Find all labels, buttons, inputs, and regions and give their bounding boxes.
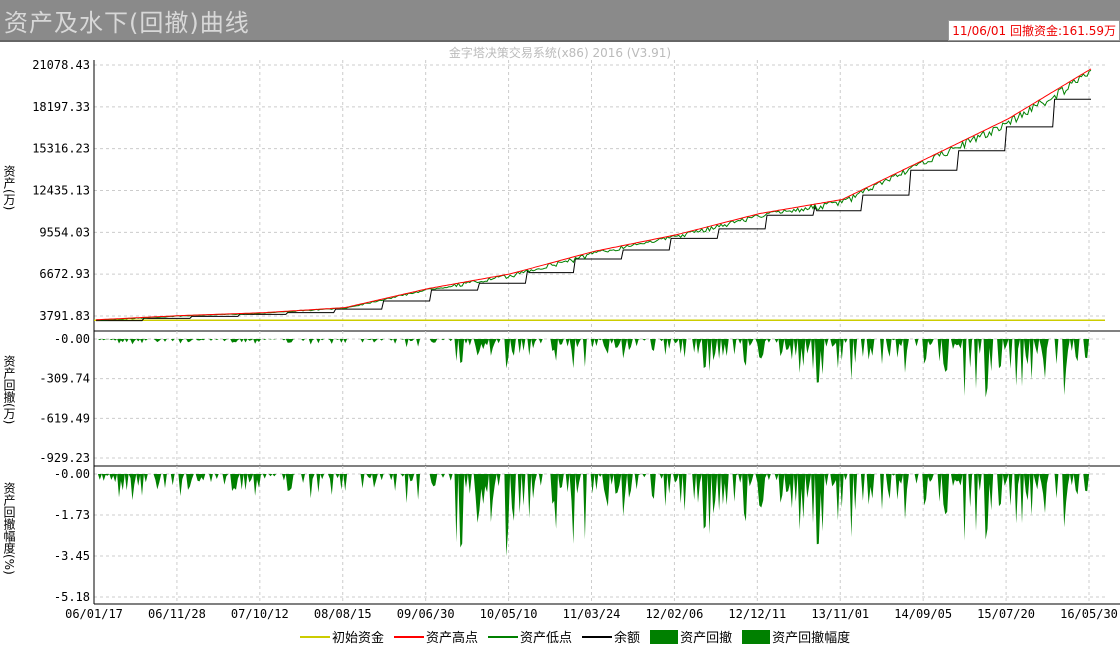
legend-label: 资产低点 [520, 631, 573, 646]
legend: 初始资金 资产高点 资产低点 余额 资产回撤 资产回撤幅度 [300, 627, 850, 646]
y-tick-label: 3791.83 [39, 309, 90, 323]
y-tick-label: -929.23 [39, 451, 90, 465]
x-tick-label: 15/07/20 [977, 607, 1035, 621]
y-tick-label: 9554.03 [39, 225, 90, 239]
y-tick-label: 18197.33 [32, 100, 90, 114]
x-tick-label: 11/03/24 [563, 607, 621, 621]
legend-label: 资产回撤幅度 [772, 631, 851, 646]
y-tick-label: -0.00 [54, 332, 90, 346]
y-tick-label: 21078.43 [32, 58, 90, 72]
x-tick-label: 13/11/01 [811, 607, 869, 621]
x-tick-label: 14/09/05 [894, 607, 952, 621]
x-tick-label: 06/11/28 [148, 607, 206, 621]
legend-label: 初始资金 [332, 631, 385, 646]
y-tick-label: -0.00 [54, 467, 90, 481]
drawdown-area [96, 339, 1091, 398]
y-tick-label: -3.45 [54, 549, 90, 563]
y-tick-label: 12435.13 [32, 184, 90, 198]
y-tick-label: -5.18 [54, 590, 90, 604]
x-tick-label: 12/12/11 [728, 607, 786, 621]
x-tick-label: 09/06/30 [397, 607, 455, 621]
legend-item: 资产高点 [394, 627, 478, 646]
x-tick-label: 07/10/12 [231, 607, 289, 621]
y-tick-label: 6672.93 [39, 267, 90, 281]
chart: 21078.43 18197.33 15316.23 12435.13 9554.03 6… [32, 58, 1120, 621]
y-tick-label: 15316.23 [32, 142, 90, 156]
legend-label: 余额 [614, 631, 641, 646]
legend-label: 资产高点 [426, 631, 479, 646]
legend-label: 资产回撤 [680, 631, 733, 646]
y-tick-label: -1.73 [54, 508, 90, 522]
legend-item: 余额 [582, 627, 640, 646]
y-tick-label: -619.49 [39, 411, 90, 425]
x-tick-label: 06/01/17 [65, 607, 123, 621]
asset-low-line [95, 69, 1092, 321]
legend-item: 资产回撤 [650, 627, 732, 646]
x-tick-label: 12/02/06 [646, 607, 704, 621]
balance-line [96, 98, 1091, 322]
y-tick-label: -309.74 [39, 372, 90, 386]
x-tick-label: 10/05/10 [480, 607, 538, 621]
legend-item: 初始资金 [300, 627, 384, 646]
x-tick-label: 16/05/30 [1060, 607, 1118, 621]
legend-item: 资产低点 [488, 627, 572, 646]
x-tick-label: 08/08/15 [314, 607, 372, 621]
legend-item: 资产回撤幅度 [742, 627, 850, 646]
